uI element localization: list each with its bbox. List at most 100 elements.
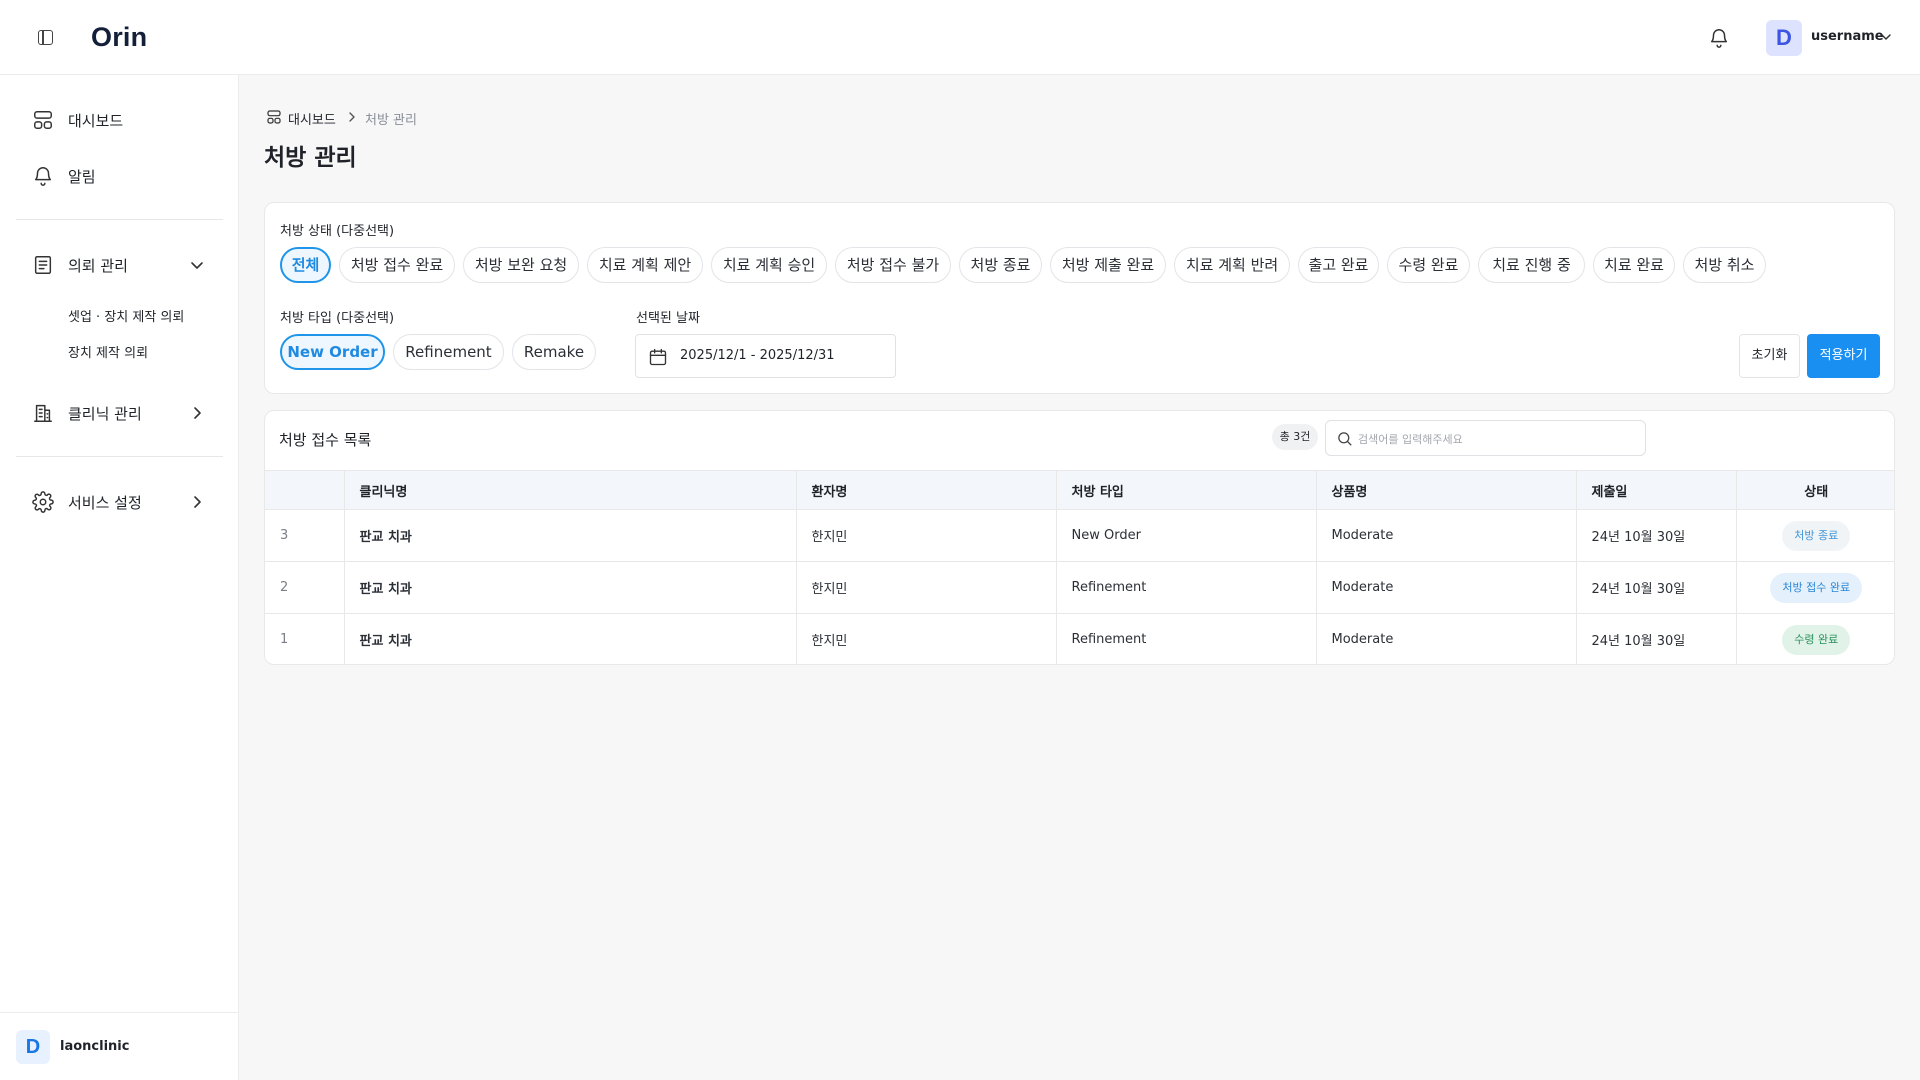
search-input[interactable] — [1358, 429, 1633, 449]
sidebar-divider — [16, 456, 223, 457]
cell-type: Refinement — [1056, 561, 1317, 614]
sidebar-item-request-management[interactable]: 의뢰 관리 — [16, 245, 224, 285]
status-chip-12[interactable]: 치료 완료 — [1593, 247, 1675, 283]
reset-button[interactable]: 초기화 — [1739, 334, 1800, 378]
sidebar-item-label: 클리닉 관리 — [68, 405, 142, 423]
cell-clinic: 판교 치과 — [344, 613, 797, 664]
sidebar-item-label: 대시보드 — [68, 112, 124, 130]
table-header-row: 클리닉명 환자명 처방 타입 상품명 제출일 상태 — [265, 470, 1894, 510]
date-range-value: 2025/12/1 - 2025/12/31 — [680, 348, 835, 363]
table-row[interactable]: 2 판교 치과 한지민 Refinement Moderate 24년 10월 … — [265, 561, 1894, 614]
cell-product: Moderate — [1316, 613, 1577, 664]
date-range-picker[interactable]: 2025/12/1 - 2025/12/31 — [635, 334, 896, 378]
document-list-icon — [34, 256, 52, 274]
status-chip-8[interactable]: 치료 계획 반려 — [1174, 247, 1290, 283]
prescription-table: 클리닉명 환자명 처방 타입 상품명 제출일 상태 3 판교 치과 한지민 Ne… — [265, 470, 1894, 664]
type-chip-group: New Order Refinement Remake — [280, 334, 620, 370]
cell-type: Refinement — [1056, 613, 1317, 664]
username-label[interactable]: username — [1811, 29, 1884, 44]
bell-icon — [34, 167, 52, 186]
status-badge: 수령 완료 — [1782, 624, 1851, 655]
cell-clinic: 판교 치과 — [344, 561, 797, 614]
sidebar-toggle-icon[interactable] — [38, 30, 53, 45]
sidebar-divider — [16, 219, 223, 220]
chevron-right-icon — [194, 496, 201, 508]
type-filter-label: 처방 타입 (다중선택) — [280, 311, 395, 326]
cell-date: 24년 10월 30일 — [1576, 613, 1737, 664]
dashboard-icon — [267, 110, 281, 124]
sidebar-subitem-device-request[interactable]: 장치 제작 의뢰 — [68, 342, 148, 361]
dashboard-icon — [34, 111, 52, 129]
column-header-patient[interactable]: 환자명 — [796, 470, 1057, 510]
sidebar-subitem-setup-request[interactable]: 셋업 · 장치 제작 의뢰 — [68, 306, 184, 325]
cell-product: Moderate — [1316, 561, 1577, 614]
clinic-name[interactable]: laonclinic — [60, 1039, 129, 1054]
status-chip-13[interactable]: 처방 취소 — [1683, 247, 1766, 283]
date-filter-label: 선택된 날짜 — [636, 311, 700, 326]
status-badge: 처방 접수 완료 — [1770, 572, 1863, 603]
user-avatar[interactable]: D — [1766, 20, 1802, 56]
apply-button[interactable]: 적용하기 — [1807, 334, 1880, 378]
sidebar-item-label: 의뢰 관리 — [68, 257, 128, 275]
status-chip-7[interactable]: 처방 제출 완료 — [1050, 247, 1166, 283]
table-row[interactable]: 1 판교 치과 한지민 Refinement Moderate 24년 10월 … — [265, 613, 1894, 664]
cell-product: Moderate — [1316, 509, 1577, 562]
cell-no: 2 — [265, 561, 345, 614]
status-chip-1[interactable]: 처방 접수 완료 — [339, 247, 455, 283]
status-chip-3[interactable]: 치료 계획 제안 — [587, 247, 703, 283]
chevron-down-icon[interactable] — [1880, 31, 1892, 43]
app-logo[interactable]: Orin — [91, 22, 147, 53]
chevron-right-icon — [194, 407, 201, 419]
breadcrumb-home[interactable]: 대시보드 — [288, 109, 336, 128]
top-bar: Orin D username — [0, 0, 1920, 75]
gear-icon — [32, 491, 54, 513]
table-row[interactable]: 3 판교 치과 한지민 New Order Moderate 24년 10월 3… — [265, 509, 1894, 562]
filter-panel: 처방 상태 (다중선택) 전체 처방 접수 완료 처방 보완 요청 치료 계획 제안 치… — [264, 202, 1895, 394]
building-icon — [34, 404, 52, 422]
notification-bell-icon[interactable] — [1708, 27, 1730, 49]
status-chip-5[interactable]: 처방 접수 불가 — [835, 247, 951, 283]
cell-patient: 한지민 — [796, 561, 1057, 614]
clinic-avatar[interactable]: D — [16, 1030, 50, 1064]
cell-clinic: 판교 치과 — [344, 509, 797, 562]
column-header-status[interactable]: 상태 — [1736, 470, 1894, 510]
cell-status: 처방 종료 — [1736, 509, 1894, 562]
cell-no: 3 — [265, 509, 345, 562]
status-chip-10[interactable]: 수령 완료 — [1387, 247, 1470, 283]
type-chip-2[interactable]: Remake — [512, 334, 596, 370]
status-chip-9[interactable]: 출고 완료 — [1298, 247, 1379, 283]
type-chip-1[interactable]: Refinement — [393, 334, 504, 370]
page-title: 처방 관리 — [264, 145, 357, 171]
calendar-icon — [649, 348, 667, 366]
search-icon — [1338, 432, 1352, 446]
breadcrumb-current: 처방 관리 — [365, 113, 417, 128]
status-chip-0[interactable]: 전체 — [280, 247, 331, 283]
cell-patient: 한지민 — [796, 509, 1057, 562]
sidebar-item-label: 서비스 설정 — [68, 494, 142, 512]
column-header-clinic[interactable]: 클리닉명 — [344, 470, 797, 510]
cell-no: 1 — [265, 613, 345, 664]
type-chip-0[interactable]: New Order — [280, 334, 385, 370]
status-chip-6[interactable]: 처방 종료 — [959, 247, 1042, 283]
list-title: 처방 접수 목록 — [279, 431, 372, 449]
cell-type: New Order — [1056, 509, 1317, 562]
status-chip-2[interactable]: 처방 보완 요청 — [463, 247, 579, 283]
column-header-no[interactable] — [265, 470, 345, 510]
status-chip-group: 전체 처방 접수 완료 처방 보완 요청 치료 계획 제안 치료 계획 승인 처방 접수 … — [280, 247, 1880, 283]
column-header-date[interactable]: 제출일 — [1576, 470, 1737, 510]
sidebar-item-clinic-management[interactable]: 클리닉 관리 — [16, 393, 224, 433]
sidebar: 대시보드 알림 의뢰 관리 셋업 · 장치 제작 의뢰 장치 제작 의뢰 클리닉… — [0, 75, 239, 1080]
column-header-product[interactable]: 상품명 — [1316, 470, 1577, 510]
status-chip-11[interactable]: 치료 진행 중 — [1478, 247, 1585, 283]
search-field[interactable] — [1325, 420, 1646, 456]
cell-status: 처방 접수 완료 — [1736, 561, 1894, 614]
total-count-badge: 총 3건 — [1272, 424, 1318, 450]
prescription-list-panel: 처방 접수 목록 총 3건 클리닉명 환자명 처방 타입 상품명 제출일 상태 … — [264, 410, 1895, 665]
sidebar-item-service-settings[interactable]: 서비스 설정 — [16, 482, 224, 522]
sidebar-item-alerts[interactable]: 알림 — [16, 156, 224, 196]
column-header-type[interactable]: 처방 타입 — [1056, 470, 1317, 510]
cell-date: 24년 10월 30일 — [1576, 561, 1737, 614]
cell-patient: 한지민 — [796, 613, 1057, 664]
status-chip-4[interactable]: 치료 계획 승인 — [711, 247, 827, 283]
sidebar-item-dashboard[interactable]: 대시보드 — [16, 100, 224, 140]
